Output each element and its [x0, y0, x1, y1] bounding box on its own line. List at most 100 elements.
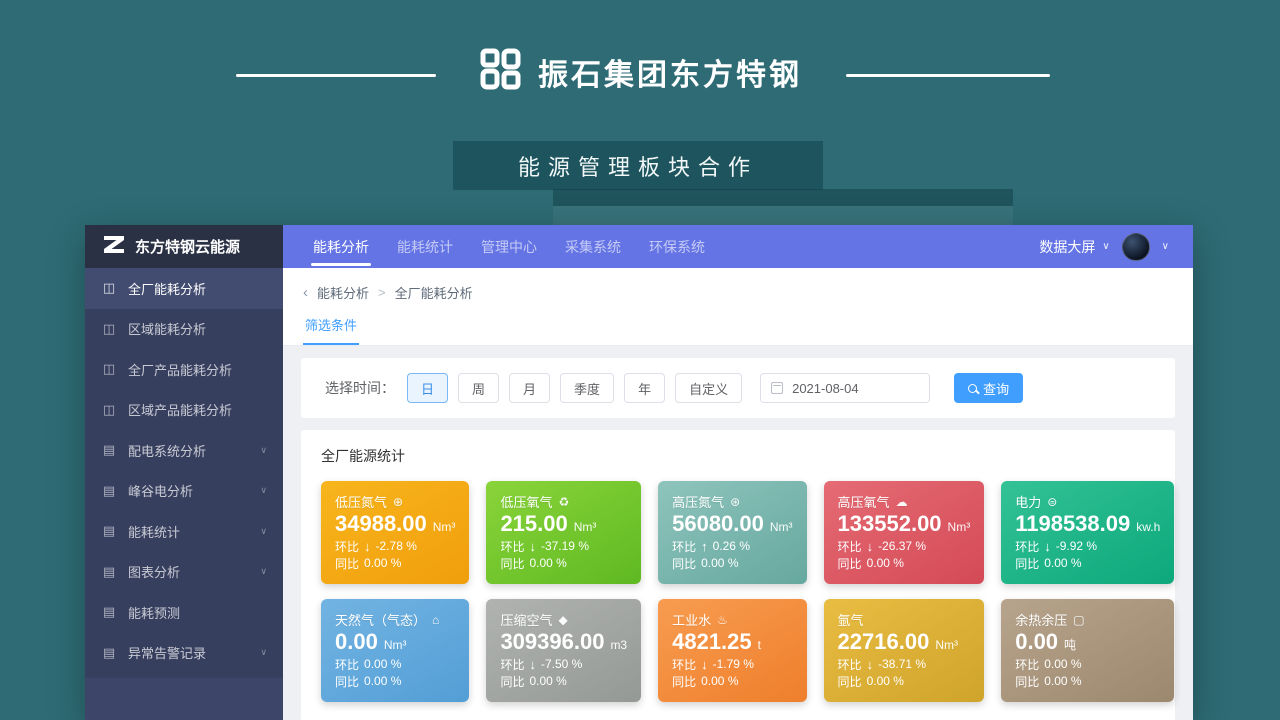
sidebar-item-label: 配电系统分析	[128, 441, 206, 460]
breadcrumb-block: ‹ 能耗分析 > 全厂能耗分析 筛选条件	[283, 268, 1193, 346]
data-screen-link[interactable]: 数据大屏 ∨	[1039, 237, 1109, 257]
card-title-row: 低压氧气 ♻	[500, 492, 627, 511]
yoy-value: 0.00 %	[529, 556, 566, 570]
page-background: 振石集团东方特钢 能源管理板块合作 东方特钢云能源 能耗分析 能耗统计 管理	[0, 0, 1280, 720]
time-range-button[interactable]: 年	[624, 373, 665, 403]
time-range-button[interactable]: 月	[509, 373, 550, 403]
card-unit: Nm³	[574, 520, 597, 534]
date-picker[interactable]: 2021-08-04	[760, 373, 930, 403]
chevron-down-icon: ∨	[260, 566, 267, 577]
yoy-value: 0.00 %	[364, 556, 401, 570]
mom-row: 环比 ↓ -38.71 %	[838, 656, 971, 673]
energy-stat-card[interactable]: 低压氮气 ⊕ 34988.00 Nm³ 环比 ↓ -2.78 %	[321, 481, 469, 584]
top-nav-item[interactable]: 采集系统	[551, 225, 635, 268]
mom-label: 环比	[335, 656, 359, 673]
sidebar-item-label: 异常告警记录	[128, 643, 206, 662]
mom-row: 环比 0.00 %	[335, 656, 455, 673]
card-value-row: 215.00 Nm³	[500, 511, 627, 537]
yoy-row: 同比 0.00 %	[838, 555, 971, 572]
time-range-group: 日周月季度年自定义	[407, 373, 742, 403]
sidebar: ◫ 全厂能耗分析 ◫ 区域能耗分析 ◫ 全厂产品能耗分析 ◫ 区域产品能耗分析	[85, 268, 283, 720]
energy-stat-card[interactable]: 压缩空气 ◆ 309396.00 m3 环比 ↓ -7.50 %	[486, 599, 641, 702]
app-logo[interactable]: 东方特钢云能源	[85, 225, 283, 268]
mom-row: 环比 0.00 %	[1015, 656, 1160, 673]
sidebar-item[interactable]: ▤ 能耗预测	[85, 592, 283, 633]
card-value: 0.00	[1015, 629, 1058, 655]
topbar-right: 数据大屏 ∨ ∨	[1039, 233, 1193, 261]
sidebar-item[interactable]: ▤ 峰谷电分析 ∨	[85, 471, 283, 512]
energy-stat-card[interactable]: 余热余压 ▢ 0.00 吨 环比 0.00 %	[1001, 599, 1174, 702]
top-nav-item[interactable]: 管理中心	[467, 225, 551, 268]
energy-stat-card[interactable]: 工业水 ♨ 4821.25 t 环比 ↓ -1.79 %	[658, 599, 806, 702]
decor-stack-band-1	[553, 189, 1013, 206]
time-range-button[interactable]: 周	[458, 373, 499, 403]
tab-filter-conditions[interactable]: 筛选条件	[303, 315, 359, 345]
card-value-row: 309396.00 m3	[500, 629, 627, 655]
mom-value: -37.19 %	[541, 539, 589, 553]
yoy-row: 同比 0.00 %	[672, 673, 792, 690]
user-menu-chevron-icon[interactable]: ∨	[1162, 241, 1169, 252]
card-unit: Nm³	[935, 638, 958, 652]
trend-arrow-icon: ↓	[701, 657, 708, 672]
mom-value: -7.50 %	[541, 657, 582, 671]
top-nav-item[interactable]: 环保系统	[635, 225, 719, 268]
mom-label: 环比	[500, 656, 524, 673]
sidebar-item[interactable]: ▤ 图表分析 ∨	[85, 552, 283, 593]
mom-label: 环比	[838, 656, 862, 673]
back-arrow-icon[interactable]: ‹	[303, 284, 308, 301]
top-nav-item[interactable]: 能耗分析	[299, 225, 383, 268]
sidebar-item-icon: ▤	[101, 564, 117, 580]
sidebar-item-label: 全厂产品能耗分析	[128, 360, 232, 379]
top-nav: 能耗分析 能耗统计 管理中心 采集系统 环保系统	[299, 225, 719, 268]
mom-value: 0.00 %	[1044, 657, 1081, 671]
card-value-row: 34988.00 Nm³	[335, 511, 455, 537]
yoy-label: 同比	[500, 673, 524, 690]
time-range-button[interactable]: 自定义	[675, 373, 742, 403]
sidebar-item[interactable]: ◫ 区域产品能耗分析	[85, 390, 283, 431]
card-title-row: 工业水 ♨	[672, 610, 792, 629]
query-button[interactable]: 查询	[954, 373, 1023, 403]
energy-stat-card[interactable]: 氩气 22716.00 Nm³ 环比 ↓ -38.71 %	[824, 599, 985, 702]
calendar-icon	[771, 382, 783, 394]
trend-arrow-icon: ↓	[867, 657, 874, 672]
card-unit: Nm³	[433, 520, 456, 534]
sidebar-item[interactable]: ▤ 能耗统计 ∨	[85, 511, 283, 552]
yoy-label: 同比	[1015, 673, 1039, 690]
dashboard-window: 东方特钢云能源 能耗分析 能耗统计 管理中心 采集系统 环保系统	[85, 225, 1193, 720]
sidebar-item[interactable]: ◫ 全厂能耗分析	[85, 268, 283, 309]
card-value: 22716.00	[838, 629, 930, 655]
sidebar-item[interactable]: ◫ 区域能耗分析	[85, 309, 283, 350]
sidebar-item[interactable]: ▤ 配电系统分析 ∨	[85, 430, 283, 471]
card-unit: t	[758, 638, 761, 652]
top-nav-item[interactable]: 能耗统计	[383, 225, 467, 268]
breadcrumb-parent[interactable]: 能耗分析	[317, 283, 369, 302]
card-unit: Nm³	[384, 638, 407, 652]
card-title: 高压氮气	[672, 492, 724, 511]
sidebar-item-icon: ◫	[101, 280, 117, 296]
energy-type-icon: ♨	[717, 613, 728, 627]
card-title: 压缩空气	[500, 610, 552, 629]
time-range-button[interactable]: 季度	[560, 373, 614, 403]
energy-stat-card[interactable]: 高压氮气 ⊛ 56080.00 Nm³ 环比 ↑ 0.26 %	[658, 481, 806, 584]
yoy-value: 0.00 %	[701, 556, 738, 570]
energy-stat-card[interactable]: 高压氧气 ☁ 133552.00 Nm³ 环比 ↓ -26.37 %	[824, 481, 985, 584]
energy-stat-card[interactable]: 低压氧气 ♻ 215.00 Nm³ 环比 ↓ -37.19 %	[486, 481, 641, 584]
energy-type-icon: ⊕	[393, 495, 403, 509]
data-screen-label: 数据大屏	[1039, 237, 1095, 257]
card-value: 309396.00	[500, 629, 604, 655]
mom-label: 环比	[1015, 656, 1039, 673]
yoy-row: 同比 0.00 %	[335, 555, 455, 572]
energy-stat-card[interactable]: 天然气（气态） ⌂ 0.00 Nm³ 环比 0.00 %	[321, 599, 469, 702]
card-value-row: 4821.25 t	[672, 629, 792, 655]
user-avatar[interactable]	[1122, 233, 1150, 261]
sidebar-item[interactable]: ◫ 全厂产品能耗分析	[85, 349, 283, 390]
time-range-button[interactable]: 日	[407, 373, 448, 403]
mom-value: 0.00 %	[364, 657, 401, 671]
card-value-row: 22716.00 Nm³	[838, 629, 971, 655]
energy-stat-card[interactable]: 电力 ⊜ 1198538.09 kw.h 环比 ↓ -9.92 %	[1001, 481, 1174, 584]
yoy-row: 同比 0.00 %	[1015, 673, 1160, 690]
breadcrumb: ‹ 能耗分析 > 全厂能耗分析	[303, 283, 1173, 302]
sidebar-item-icon: ◫	[101, 402, 117, 418]
sidebar-item[interactable]: ▤ 异常告警记录 ∨	[85, 633, 283, 674]
yoy-label: 同比	[838, 673, 862, 690]
